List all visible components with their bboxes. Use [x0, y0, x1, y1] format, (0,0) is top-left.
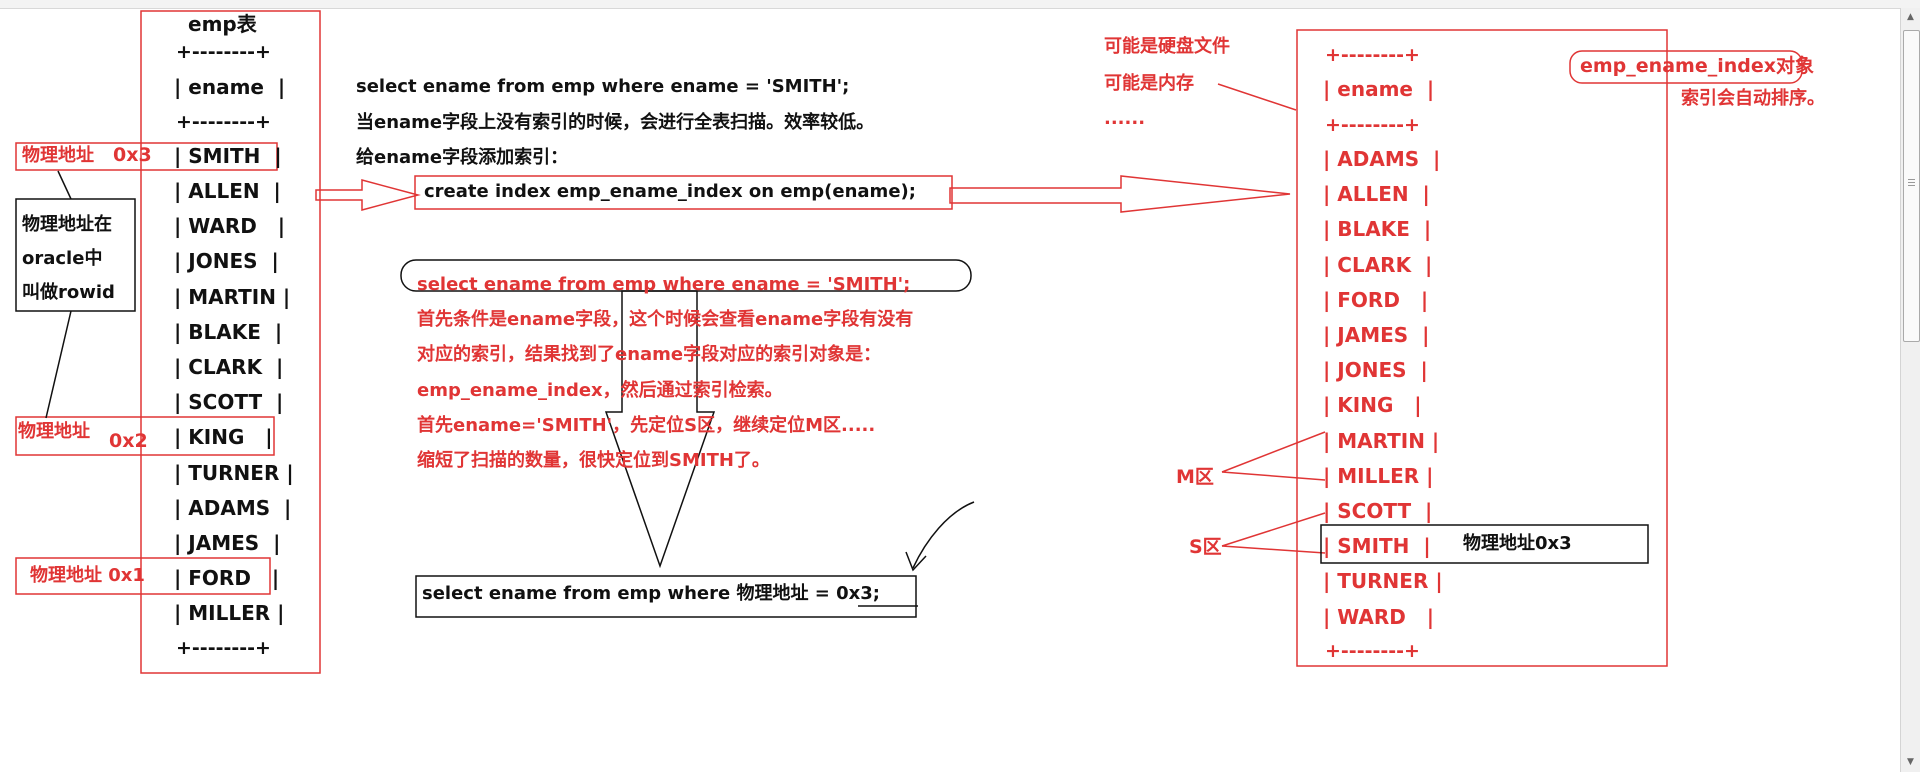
index-row: | BLAKE | — [1323, 217, 1432, 241]
emp-row: | TURNER | — [174, 461, 294, 485]
index-row: | MARTIN | — [1323, 429, 1440, 453]
index-row: | FORD | — [1323, 288, 1429, 312]
index-row: | SCOTT | — [1323, 499, 1433, 523]
index-border-mid: +--------+ — [1325, 114, 1420, 136]
index-border-top: +--------+ — [1325, 44, 1420, 66]
emp-row: | SMITH | — [174, 144, 282, 168]
index-row: | ALLEN | — [1323, 182, 1430, 206]
scrollbar-thumb[interactable] — [1903, 30, 1920, 342]
lookup-line: select ename from emp where ename = 'SMI… — [417, 274, 911, 295]
rowid-note-line: 物理地址在 — [22, 214, 112, 235]
rowid-note-line: oracle中 — [22, 248, 103, 269]
emp-row: | JAMES | — [174, 531, 281, 555]
emp-row: | JONES | — [174, 249, 279, 273]
lookup-line: 首先ename='SMITH'，先定位S区，继续定位M区..... — [417, 415, 876, 436]
index-row: | SMITH | — [1323, 534, 1431, 558]
final-query: select ename from emp where 物理地址 = 0x3; — [422, 583, 880, 604]
emp-table-title: emp表 — [188, 12, 257, 36]
index-row: | MILLER | — [1323, 464, 1434, 488]
index-sorted-note: 索引会自动排序。 — [1681, 88, 1825, 109]
storage-note-line: 可能是内存 — [1104, 73, 1194, 94]
arrow-to-create-index — [315, 179, 421, 211]
s-zone-label: S区 — [1189, 536, 1222, 558]
index-row: | TURNER | — [1323, 569, 1443, 593]
index-header: | ename | — [1323, 77, 1435, 101]
explanation-line: select ename from emp where ename = 'SMI… — [356, 76, 850, 97]
addr-king-value: 0x2 — [109, 430, 148, 452]
scroll-up-icon[interactable]: ▲ — [1904, 11, 1917, 23]
scroll-down-icon[interactable]: ▼ — [1904, 756, 1917, 768]
emp-row: | KING | — [174, 425, 273, 449]
lookup-line: 对应的索引，结果找到了ename字段对应的索引对象是： — [417, 344, 882, 365]
explanation-line: 给ename字段添加索引： — [356, 147, 569, 168]
index-row: | ADAMS | — [1323, 147, 1441, 171]
emp-table-border-mid: +--------+ — [176, 111, 271, 133]
addr-smith-value: 0x3 — [113, 144, 152, 166]
index-object-name: emp_ename_index对象 — [1580, 55, 1814, 77]
emp-row: | WARD | — [174, 214, 286, 238]
index-row: | KING | — [1323, 393, 1422, 417]
storage-pointer — [1217, 83, 1297, 111]
emp-row: | MILLER | — [174, 601, 285, 625]
emp-table-border-top: +--------+ — [176, 41, 271, 63]
emp-row: | CLARK | — [174, 355, 284, 379]
lookup-line: emp_ename_index，然后通过索引检索。 — [417, 380, 783, 401]
emp-row: | MARTIN | — [174, 285, 291, 309]
addr-king-label: 物理地址 — [18, 421, 90, 442]
emp-row: | FORD | — [174, 566, 280, 590]
emp-row: | ALLEN | — [174, 179, 281, 203]
storage-note-line: 可能是硬盘文件 — [1104, 36, 1230, 57]
curved-arrow — [912, 501, 975, 569]
emp-row: | ADAMS | — [174, 496, 292, 520]
lookup-line: 首先条件是ename字段，这个时候会查看ename字段有没有 — [417, 309, 914, 330]
index-row: | JONES | — [1323, 358, 1428, 382]
storage-note-line: ...... — [1104, 108, 1146, 129]
index-row: | WARD | — [1323, 605, 1435, 629]
emp-table-border-bottom: +--------+ — [176, 637, 271, 659]
index-row: | CLARK | — [1323, 253, 1433, 277]
arrow-to-index — [949, 175, 1291, 213]
create-index-statement: create index emp_ename_index on emp(enam… — [424, 181, 916, 202]
index-row: | JAMES | — [1323, 323, 1430, 347]
vertical-scrollbar[interactable]: ▲ ▼ — [1900, 8, 1920, 772]
rowid-pointer-down — [45, 310, 72, 419]
emp-row: | BLAKE | — [174, 320, 283, 344]
lookup-line: 缩短了扫描的数量，很快定位到SMITH了。 — [417, 450, 770, 471]
m-zone-label: M区 — [1176, 466, 1214, 488]
addr-smith-label: 物理地址 — [22, 145, 94, 166]
smith-physical-address: 物理地址0x3 — [1463, 533, 1572, 554]
rowid-note-line: 叫做rowid — [22, 282, 115, 303]
emp-row: | SCOTT | — [174, 390, 284, 414]
rowid-pointer-up — [57, 170, 72, 200]
diagram-shapes — [15, 10, 1803, 674]
explanation-line: 当ename字段上没有索引的时候，会进行全表扫描。效率较低。 — [356, 112, 875, 133]
addr-ford-label: 物理地址 0x1 — [30, 565, 145, 586]
index-border-bottom: +--------+ — [1325, 640, 1420, 662]
diagram-canvas: emp表 +--------+ | ename | +--------+ | S… — [0, 0, 1920, 772]
emp-table-header: | ename | — [174, 75, 286, 99]
